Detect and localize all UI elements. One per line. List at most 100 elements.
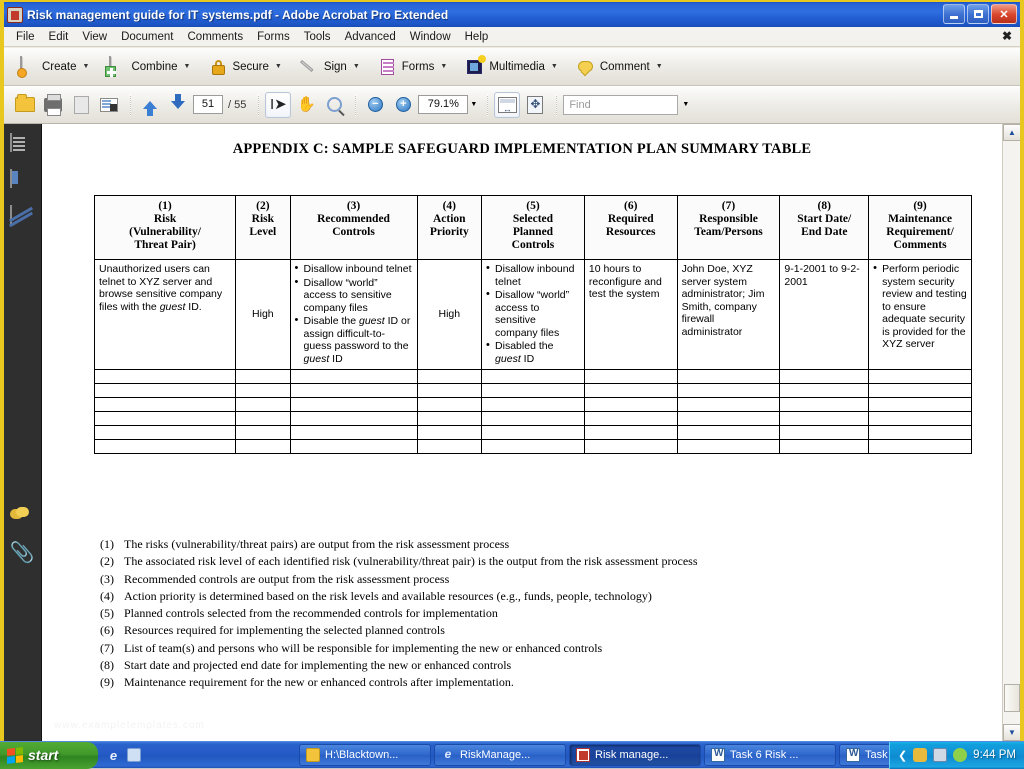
cell-empty [95,426,236,440]
task-button[interactable]: H:\Blacktown... [299,744,431,766]
secure-button[interactable]: Secure ▼ [202,55,287,79]
multimedia-button[interactable]: Multimedia ▼ [459,55,564,79]
app-quicklaunch-icon[interactable] [127,748,141,762]
shield-icon[interactable] [913,748,927,762]
clock[interactable]: 9:44 PM [973,749,1016,761]
zoom-out-button[interactable]: − [362,92,388,118]
footnote-item: (4)Action priority is determined based o… [100,588,972,605]
chevron-down-icon[interactable]: ▼ [551,63,558,70]
layers-panel-button[interactable] [10,206,36,232]
combine-label: Combine [131,61,177,73]
footnote-item: (2)The associated risk level of each ide… [100,553,972,570]
previous-page-button[interactable] [137,92,163,118]
task-button[interactable]: Task 6 Risk ... [704,744,836,766]
task-button[interactable]: Task 5 Risk ... [839,744,889,766]
pages-panel-button[interactable] [10,134,36,160]
chevron-down-icon[interactable]: ▼ [83,63,90,70]
chevron-down-icon[interactable]: ▼ [656,63,663,70]
table-row-empty [95,440,972,454]
menu-view[interactable]: View [75,29,114,45]
save-doc-icon [74,96,89,114]
comment-button[interactable]: Comment ▼ [570,55,669,79]
select-tool-button[interactable]: I➤ [265,92,291,118]
task-button[interactable]: e RiskManage... [434,744,566,766]
zoom-level-input[interactable]: 79.1% [418,95,468,114]
next-page-button[interactable] [165,92,191,118]
volume-icon[interactable] [953,748,967,762]
network-icon[interactable] [933,748,947,762]
cell-empty [869,426,972,440]
cell-empty [869,440,972,454]
menu-document[interactable]: Document [114,29,180,45]
chevron-down-icon[interactable]: ▼ [353,63,360,70]
combine-button[interactable]: Combine ▼ [101,55,196,79]
zoom-chevron-down-icon[interactable]: ▼ [470,101,477,108]
tray-expand-icon[interactable]: ❮ [898,749,907,762]
zoom-out-icon: − [368,97,383,112]
menu-file[interactable]: File [9,29,42,45]
cell-empty [584,398,677,412]
menu-advanced[interactable]: Advanced [338,29,403,45]
menu-help[interactable]: Help [458,29,496,45]
print-button[interactable] [40,92,66,118]
task-button-active[interactable]: Risk manage... [569,744,701,766]
chevron-down-icon[interactable]: ▼ [440,63,447,70]
bullet-item: Disallow inbound telnet [486,263,580,288]
start-button[interactable]: start [0,742,98,769]
comment-label: Comment [600,61,650,73]
forms-label: Forms [402,61,435,73]
chevron-down-icon[interactable]: ▼ [275,63,282,70]
cell-empty [869,384,972,398]
cell-empty [482,412,585,426]
hand-tool-button[interactable]: ✋ [293,92,319,118]
bookmarks-panel-button[interactable] [10,170,36,196]
menu-window[interactable]: Window [403,29,458,45]
find-chevron-down-icon[interactable]: ▼ [682,101,689,108]
marquee-zoom-button[interactable] [321,92,347,118]
cell-action-priority: High [417,260,482,370]
paperclip-icon: 📎 [10,542,35,564]
open-button[interactable] [12,92,38,118]
minimize-button[interactable] [943,4,965,24]
comments-panel-button[interactable] [10,507,36,533]
ie-quicklaunch-icon[interactable]: e [106,748,121,763]
scrollbar-thumb[interactable] [1004,684,1020,712]
fit-width-button[interactable] [494,92,520,118]
create-button[interactable]: Create ▼ [12,55,95,79]
fit-page-button[interactable] [522,92,548,118]
start-label: start [28,747,58,763]
email-button[interactable] [96,92,122,118]
navigation-pane: 📎 [4,124,42,741]
task-list: H:\Blacktown... e RiskManage... Risk man… [149,744,889,766]
table-row-empty [95,384,972,398]
find-input[interactable]: Find [563,95,678,115]
fit-width-icon [498,97,517,113]
menu-comments[interactable]: Comments [181,29,251,45]
cell-empty [482,398,585,412]
scroll-up-button[interactable]: ▲ [1003,124,1021,141]
forms-button[interactable]: Forms ▼ [372,55,454,79]
vertical-scrollbar[interactable]: ▲ ▼ [1002,124,1020,741]
sign-button[interactable]: Sign ▼ [294,55,366,79]
menu-tools[interactable]: Tools [297,29,338,45]
cell-empty [236,426,290,440]
page-view[interactable]: APPENDIX C: SAMPLE SAFEGUARD IMPLEMENTAT… [42,124,1002,741]
maximize-button[interactable] [967,4,989,24]
scroll-down-button[interactable]: ▼ [1003,724,1021,741]
bookmark-icon [10,169,12,188]
multimedia-icon [465,57,485,77]
cell-empty [780,440,869,454]
cell-empty [677,398,780,412]
close-button[interactable]: ✕ [991,4,1017,24]
attachments-panel-button[interactable]: 📎 [10,543,36,569]
menu-edit[interactable]: Edit [42,29,76,45]
menu-forms[interactable]: Forms [250,29,297,45]
chevron-down-icon[interactable]: ▼ [184,63,191,70]
toolbar-separator [258,94,259,116]
task-label: Task 5 Risk ... [865,749,889,761]
close-document-icon[interactable]: ✖ [1002,29,1012,43]
zoom-in-button[interactable]: + [390,92,416,118]
page-number-input[interactable]: 51 [193,95,223,114]
cell-empty [677,412,780,426]
save-button[interactable] [68,92,94,118]
